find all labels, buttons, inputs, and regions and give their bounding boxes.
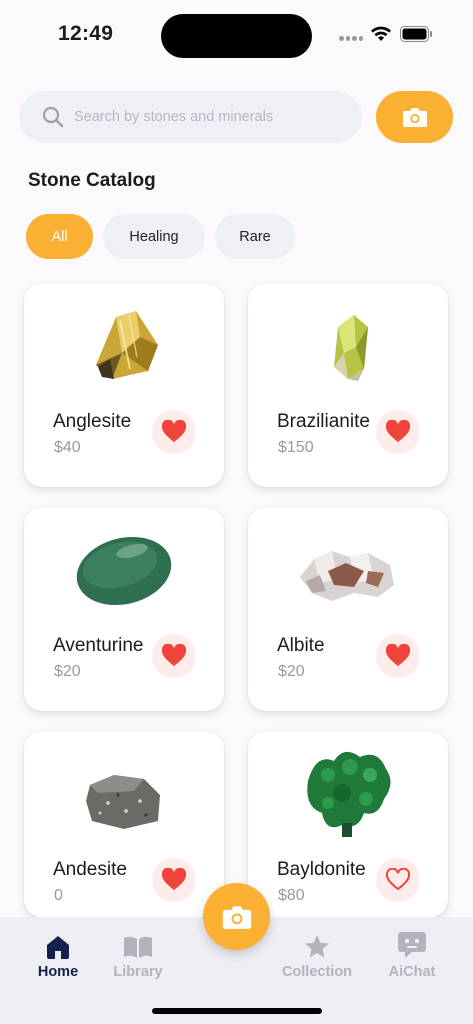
star-icon xyxy=(305,935,329,958)
stone-image xyxy=(300,551,394,601)
tab-library[interactable]: Library xyxy=(93,929,183,980)
filter-chips: All Healing Rare xyxy=(26,214,295,259)
tab-label: Collection xyxy=(281,964,353,980)
camera-icon xyxy=(222,905,251,929)
stone-name: Aventurine xyxy=(53,635,144,656)
home-indicator xyxy=(152,1008,322,1014)
filter-chip-rare[interactable]: Rare xyxy=(215,214,295,259)
stone-card[interactable]: Anglesite $40 xyxy=(24,283,224,487)
status-time: 12:49 xyxy=(58,22,114,45)
favorite-button[interactable] xyxy=(152,634,196,678)
scan-camera-button[interactable] xyxy=(203,883,270,950)
stone-name: Andesite xyxy=(53,859,127,880)
signal-icon xyxy=(339,36,363,42)
home-icon xyxy=(47,936,69,959)
stone-card[interactable]: Albite $20 xyxy=(248,507,448,711)
stone-name: Bayldonite xyxy=(277,859,366,880)
tab-label: Home xyxy=(37,964,79,980)
camera-search-button[interactable] xyxy=(376,91,453,143)
stone-card[interactable]: Brazilianite $150 xyxy=(248,283,448,487)
stone-price: 0 xyxy=(54,887,63,904)
heart-filled-icon xyxy=(161,420,187,442)
stone-card[interactable]: Aventurine $20 xyxy=(24,507,224,711)
dynamic-island xyxy=(161,14,312,58)
stone-price: $150 xyxy=(278,439,314,456)
stone-card[interactable]: Bayldonite $80 xyxy=(248,731,448,917)
battery-icon xyxy=(400,26,432,42)
favorite-button[interactable] xyxy=(376,410,420,454)
heart-outline-icon xyxy=(385,868,411,891)
heart-filled-icon xyxy=(385,644,411,666)
tab-label: Library xyxy=(113,964,163,980)
book-icon xyxy=(124,936,152,958)
heart-filled-icon xyxy=(161,644,187,666)
camera-icon xyxy=(402,108,427,127)
search-input[interactable] xyxy=(74,91,354,143)
stone-price: $20 xyxy=(278,663,305,680)
stone-price: $40 xyxy=(54,439,81,456)
stone-image xyxy=(76,536,172,606)
tab-label: AiChat xyxy=(388,964,436,980)
heart-filled-icon xyxy=(385,420,411,442)
filter-chip-healing[interactable]: Healing xyxy=(103,214,205,259)
stone-image xyxy=(334,315,368,381)
heart-filled-icon xyxy=(161,868,187,890)
stone-card[interactable]: Andesite 0 xyxy=(24,731,224,917)
stone-name: Anglesite xyxy=(53,411,132,432)
favorite-button[interactable] xyxy=(376,858,420,902)
chat-bot-icon xyxy=(398,932,426,958)
tab-home[interactable]: Home xyxy=(13,929,103,980)
tab-aichat[interactable]: AiChat xyxy=(367,929,457,980)
page-title: Stone Catalog xyxy=(28,170,156,191)
filter-chip-all[interactable]: All xyxy=(26,214,93,259)
favorite-button[interactable] xyxy=(152,410,196,454)
wifi-icon xyxy=(371,26,391,41)
stone-image xyxy=(307,751,391,837)
stone-image xyxy=(86,775,160,829)
search-icon xyxy=(42,106,64,128)
tab-collection[interactable]: Collection xyxy=(272,929,362,980)
stone-name: Albite xyxy=(277,635,325,656)
stone-name: Brazilianite xyxy=(277,411,370,432)
stone-price: $80 xyxy=(278,887,305,904)
stone-price: $20 xyxy=(54,663,81,680)
favorite-button[interactable] xyxy=(152,858,196,902)
status-bar: 12:49 xyxy=(0,0,473,70)
search-bar[interactable] xyxy=(19,91,362,143)
favorite-button[interactable] xyxy=(376,634,420,678)
stone-image xyxy=(96,311,158,379)
